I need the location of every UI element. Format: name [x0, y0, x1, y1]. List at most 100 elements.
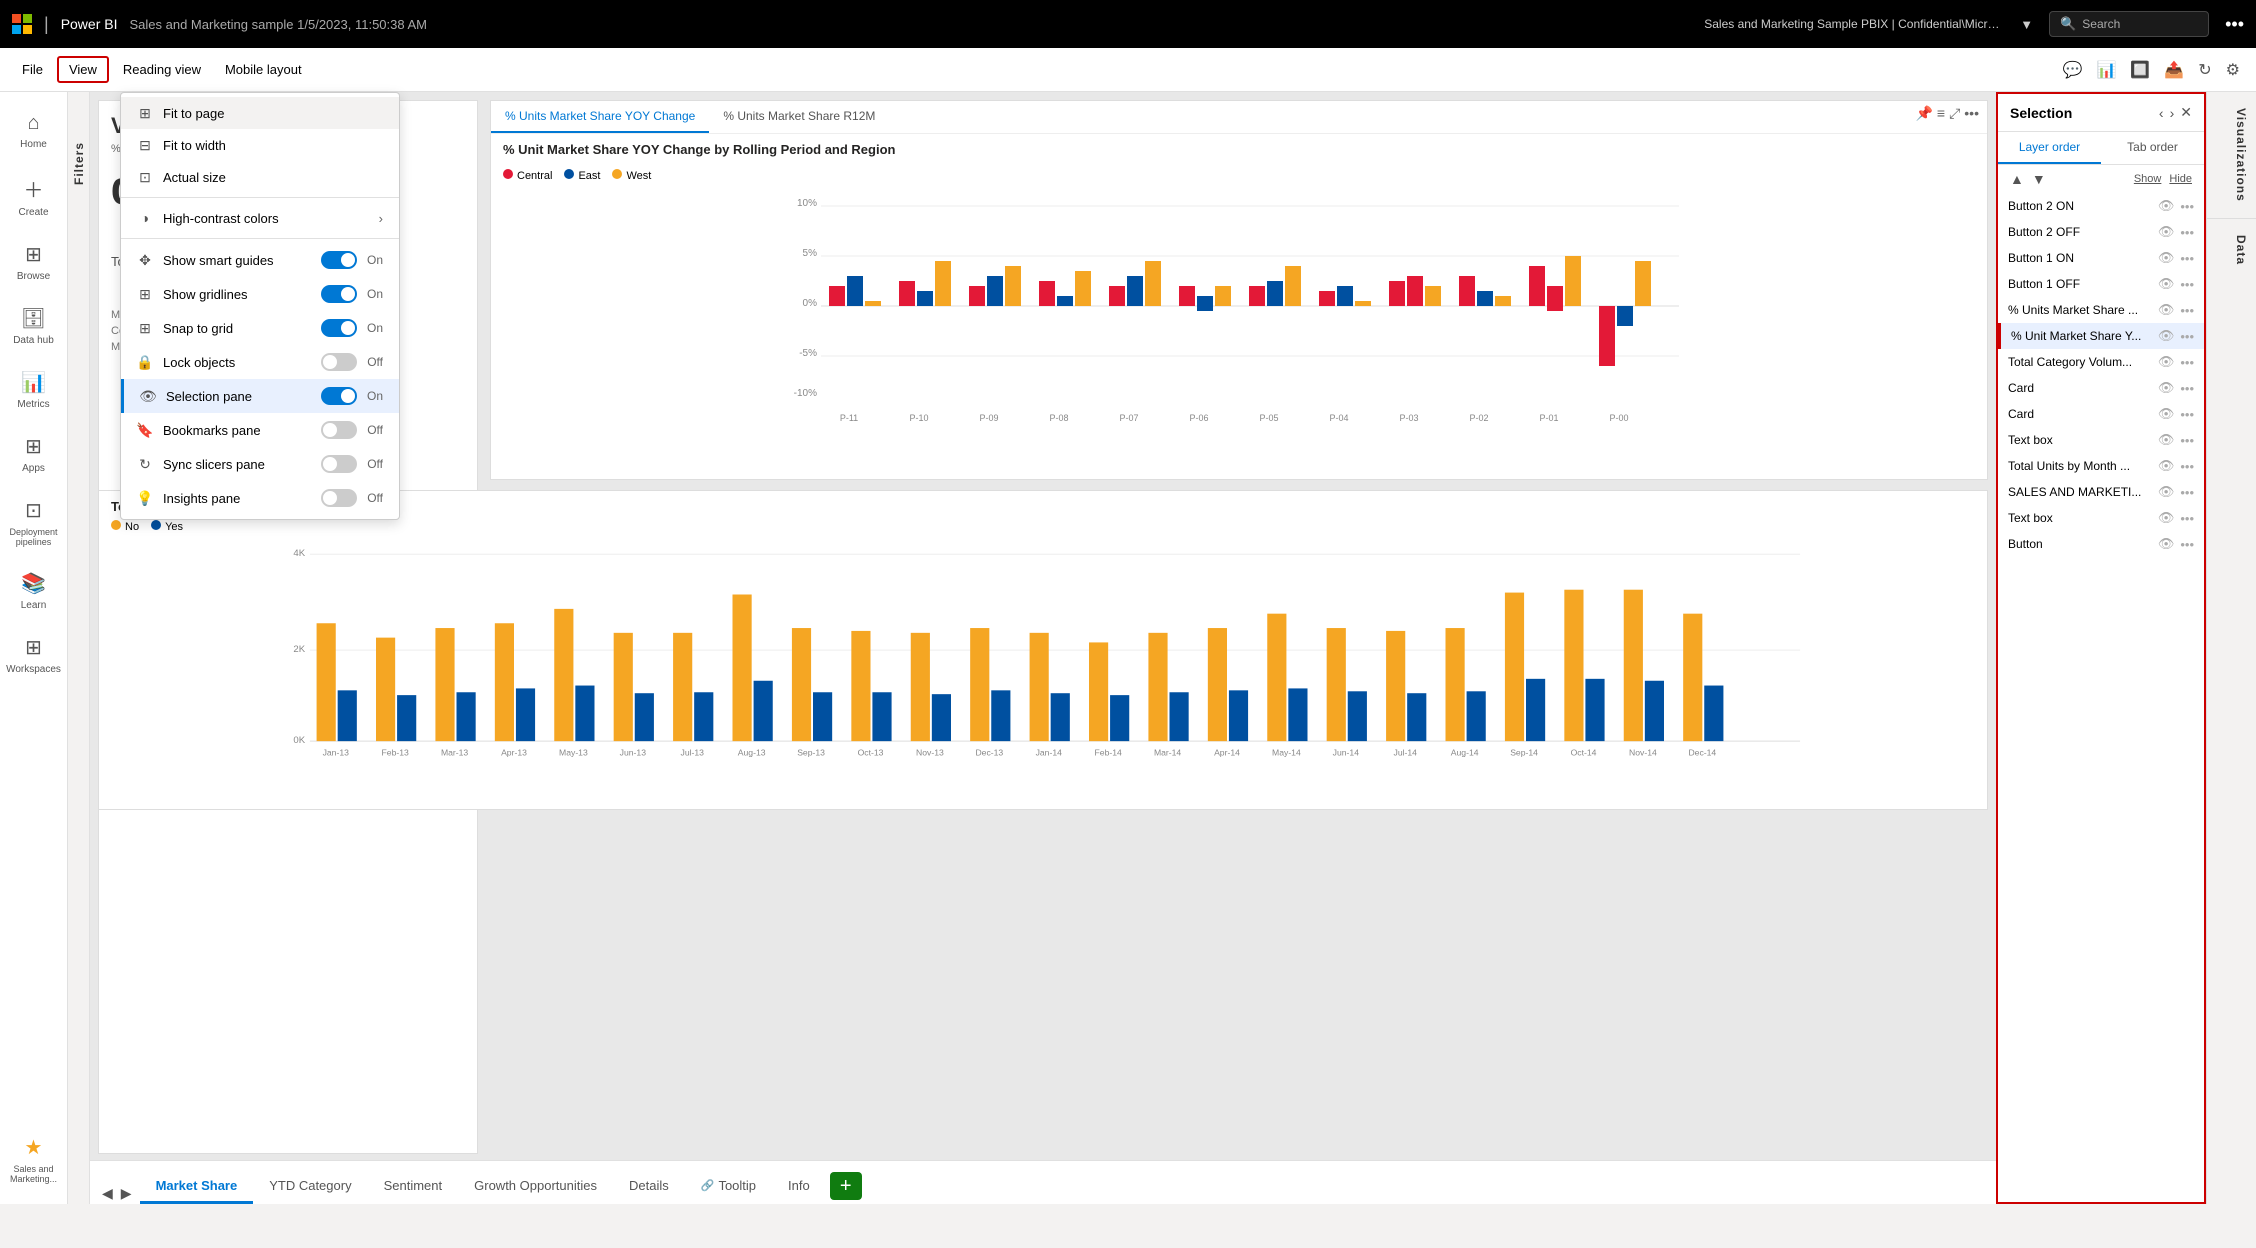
chart-expand-icon[interactable]: ⤢ [1949, 105, 1960, 129]
bookmarks-toggle[interactable] [321, 421, 357, 439]
selection-pane-item[interactable]: 👁 Selection pane On [121, 379, 399, 413]
selection-item-units-market[interactable]: % Units Market Share ... 👁 ••• [1998, 297, 2204, 323]
sort-asc-icon[interactable]: ▲ [2010, 171, 2024, 187]
snap-grid-toggle[interactable] [321, 319, 357, 337]
item-eye-card1[interactable]: 👁 [2158, 380, 2175, 396]
item-eye-btn2off[interactable]: 👁 [2158, 224, 2175, 240]
smart-guides-toggle[interactable] [321, 251, 357, 269]
item-more-btn1on[interactable]: ••• [2180, 251, 2194, 266]
sidebar-item-salesmarketing[interactable]: ★ Sales and Marketing... [0, 1125, 67, 1194]
tab-details[interactable]: Details [613, 1170, 685, 1204]
item-more-sales[interactable]: ••• [2180, 485, 2194, 500]
sidebar-item-datahub[interactable]: 🗄 Data hub [0, 296, 67, 356]
hide-link[interactable]: Hide [2169, 173, 2192, 185]
item-more-textbox2[interactable]: ••• [2180, 511, 2194, 526]
sort-desc-icon[interactable]: ▼ [2032, 171, 2046, 187]
selection-pane-toggle[interactable] [321, 387, 357, 405]
chart-tab-1[interactable]: % Units Market Share YOY Change [491, 101, 709, 133]
selection-item-btn2off[interactable]: Button 2 OFF 👁 ••• [1998, 219, 2204, 245]
item-more-total-cat[interactable]: ••• [2180, 355, 2194, 370]
tab-sentiment[interactable]: Sentiment [368, 1170, 459, 1204]
item-more-btn2off[interactable]: ••• [2180, 225, 2194, 240]
visualizations-panel-btn[interactable]: Visualizations [2207, 92, 2256, 219]
lock-objects-item[interactable]: 🔒 Lock objects Off [121, 345, 399, 379]
selection-item-total-cat[interactable]: Total Category Volum... 👁 ••• [1998, 349, 2204, 375]
item-more-total-units[interactable]: ••• [2180, 459, 2194, 474]
sidebar-item-create[interactable]: ＋ Create [0, 164, 67, 228]
fit-width-item[interactable]: ⊟ Fit to width [121, 129, 399, 161]
selection-item-btn1off[interactable]: Button 1 OFF 👁 ••• [1998, 271, 2204, 297]
comment-icon[interactable]: 💬 [2059, 56, 2087, 84]
sidebar-item-home[interactable]: ⌂ Home [0, 102, 67, 160]
insights-toggle[interactable] [321, 489, 357, 507]
selection-next-icon[interactable]: › [2170, 105, 2175, 121]
tab-tooltip[interactable]: 🔗Tooltip [685, 1170, 772, 1204]
selection-item-total-units[interactable]: Total Units by Month ... 👁 ••• [1998, 453, 2204, 479]
sync-slicers-item[interactable]: ↻ Sync slicers pane Off [121, 447, 399, 481]
sidebar-item-apps[interactable]: ⊞ Apps [0, 424, 67, 484]
sidebar-item-deployment[interactable]: ⊡ Deployment pipelines [0, 488, 67, 557]
selection-item-card1[interactable]: Card 👁 ••• [1998, 375, 2204, 401]
more-options-btn[interactable]: ••• [2225, 14, 2244, 35]
item-eye-sales[interactable]: 👁 [2158, 484, 2175, 500]
smart-guides-item[interactable]: ✥ Show smart guides On [121, 243, 399, 277]
item-eye-textbox2[interactable]: 👁 [2158, 510, 2175, 526]
snap-grid-item[interactable]: ⊞ Snap to grid On [121, 311, 399, 345]
export-icon[interactable]: 📤 [2160, 56, 2188, 84]
item-eye-textbox1[interactable]: 👁 [2158, 432, 2175, 448]
chart-filter-icon[interactable]: ≡ [1937, 105, 1945, 129]
selection-item-textbox2[interactable]: Text box 👁 ••• [1998, 505, 2204, 531]
bookmarks-item[interactable]: 🔖 Bookmarks pane Off [121, 413, 399, 447]
tab-tab-order[interactable]: Tab order [2101, 132, 2204, 164]
view-btn[interactable]: View [57, 56, 109, 83]
reading-view-btn[interactable]: Reading view [113, 58, 211, 81]
sync-toggle[interactable] [321, 455, 357, 473]
item-eye-total-units[interactable]: 👁 [2158, 458, 2175, 474]
format-icon[interactable]: 🔲 [2126, 56, 2154, 84]
selection-item-sales[interactable]: SALES AND MARKETI... 👁 ••• [1998, 479, 2204, 505]
chart-pin-icon[interactable]: 📌 [1915, 105, 1932, 129]
item-eye-card2[interactable]: 👁 [2158, 406, 2175, 422]
chart-more-icon[interactable]: ••• [1964, 105, 1979, 129]
selection-item-textbox1[interactable]: Text box 👁 ••• [1998, 427, 2204, 453]
item-more-unit-market-y[interactable]: ••• [2180, 329, 2194, 344]
search-box[interactable]: 🔍 Search [2049, 11, 2209, 37]
item-eye-units-market[interactable]: 👁 [2158, 302, 2175, 318]
tab-market-share[interactable]: Market Share [140, 1170, 254, 1204]
add-page-btn[interactable]: + [830, 1172, 862, 1200]
file-btn[interactable]: File [12, 58, 53, 81]
fit-page-item[interactable]: ⊞ Fit to page [121, 97, 399, 129]
lock-toggle[interactable] [321, 353, 357, 371]
selection-item-btn2on[interactable]: Button 2 ON 👁 ••• [1998, 193, 2204, 219]
actual-size-item[interactable]: ⊡ Actual size [121, 161, 399, 193]
tab-growth-opp[interactable]: Growth Opportunities [458, 1170, 613, 1204]
chart-tab-2[interactable]: % Units Market Share R12M [709, 101, 889, 133]
sidebar-item-metrics[interactable]: 📊 Metrics [0, 360, 67, 420]
settings-icon[interactable]: ⚙ [2222, 56, 2244, 84]
selection-item-card2[interactable]: Card 👁 ••• [1998, 401, 2204, 427]
item-eye-btn1off[interactable]: 👁 [2158, 276, 2175, 292]
tab-prev-btn[interactable]: ◀ [98, 1183, 117, 1204]
item-eye-btn1on[interactable]: 👁 [2158, 250, 2175, 266]
tab-ytd-category[interactable]: YTD Category [253, 1170, 367, 1204]
item-eye-button[interactable]: 👁 [2158, 536, 2175, 552]
insights-item[interactable]: 💡 Insights pane Off [121, 481, 399, 515]
sidebar-item-browse[interactable]: ⊞ Browse [0, 232, 67, 292]
sidebar-item-workspaces[interactable]: ⊞ Workspaces [0, 625, 67, 685]
item-more-units-market[interactable]: ••• [2180, 303, 2194, 318]
item-eye-total-cat[interactable]: 👁 [2158, 354, 2175, 370]
selection-item-unit-market-y[interactable]: % Unit Market Share Y... 👁 ••• [1998, 323, 2204, 349]
visual-icon[interactable]: 📊 [2092, 56, 2120, 84]
item-more-button[interactable]: ••• [2180, 537, 2194, 552]
selection-item-btn1on[interactable]: Button 1 ON 👁 ••• [1998, 245, 2204, 271]
selection-item-button[interactable]: Button 👁 ••• [1998, 531, 2204, 557]
item-more-textbox1[interactable]: ••• [2180, 433, 2194, 448]
app-logo[interactable]: | Power BI [12, 14, 118, 35]
item-eye-unit-market-y[interactable]: 👁 [2158, 328, 2175, 344]
refresh-icon[interactable]: ↻ [2194, 56, 2215, 84]
sidebar-item-learn[interactable]: 📚 Learn [0, 561, 67, 621]
item-more-card2[interactable]: ••• [2180, 407, 2194, 422]
item-more-btn2on[interactable]: ••• [2180, 199, 2194, 214]
mobile-layout-btn[interactable]: Mobile layout [215, 58, 312, 81]
show-link[interactable]: Show [2134, 173, 2162, 185]
